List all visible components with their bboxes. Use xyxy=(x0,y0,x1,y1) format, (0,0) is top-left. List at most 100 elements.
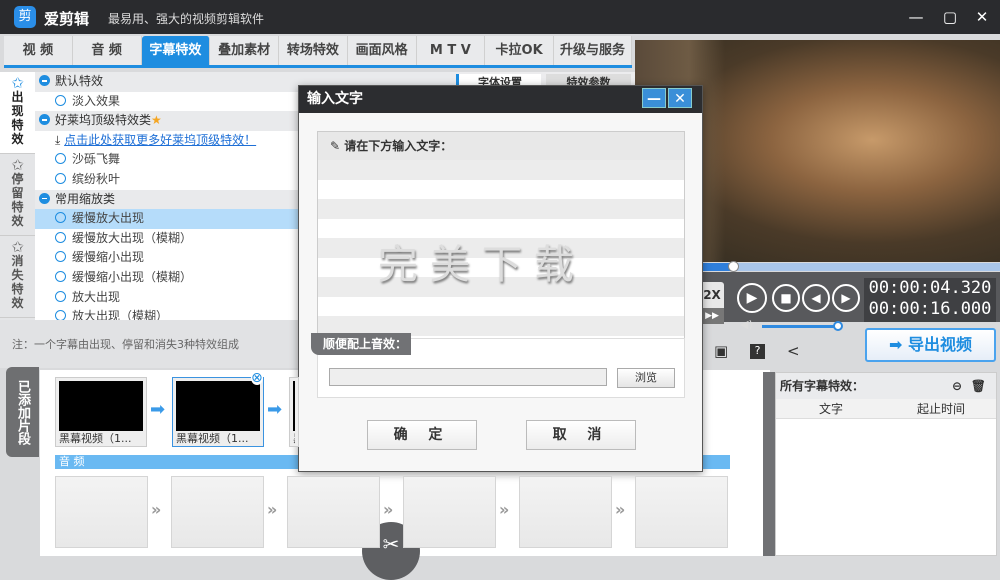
clip-caption: 黑幕视频（1... xyxy=(59,432,132,445)
progress-handle[interactable] xyxy=(728,261,739,272)
effect-label: 沙砾飞舞 xyxy=(72,152,121,167)
collapse-icon[interactable] xyxy=(39,192,50,204)
tab-8[interactable]: 升级与服务 xyxy=(554,36,633,65)
speed-button[interactable]: 2X xyxy=(700,282,724,308)
audio-slot[interactable] xyxy=(635,476,728,548)
chevron-right-icon: » xyxy=(267,500,278,519)
next-frame-icon[interactable]: ▶ xyxy=(832,284,860,312)
close-button[interactable]: ✕ xyxy=(972,7,992,27)
sound-label: 顺便配上音效： ♪ xyxy=(311,333,411,373)
share-icon[interactable]: < xyxy=(787,342,800,360)
effect-label: 缤纷秋叶 xyxy=(72,171,121,186)
tab-0[interactable]: 视 频 xyxy=(4,36,73,65)
clip-preview xyxy=(176,381,260,431)
export-video-button[interactable]: ➡ 导出视频 xyxy=(865,328,996,362)
volume-slider[interactable] xyxy=(762,325,838,328)
panel-divider[interactable] xyxy=(763,372,775,556)
chevron-right-icon: » xyxy=(499,500,510,519)
arrow-right-icon: ➡ xyxy=(150,399,166,420)
minimize-button[interactable]: — xyxy=(906,7,926,27)
tab-1[interactable]: 音 频 xyxy=(73,36,142,65)
effect-label: 常用缩放类 xyxy=(55,191,116,206)
panel-title: 所有字幕特效： xyxy=(780,379,865,393)
effect-label: 好莱坞顶级特效类 xyxy=(55,113,152,128)
radio-icon[interactable] xyxy=(55,290,66,302)
help-icon[interactable]: ? xyxy=(750,344,765,359)
audio-slot[interactable] xyxy=(519,476,612,548)
star-icon: ✩ xyxy=(11,74,24,92)
save-icon[interactable]: ▣ xyxy=(714,342,728,360)
volume-handle[interactable] xyxy=(833,321,843,331)
collapse-icon[interactable] xyxy=(39,114,50,126)
table-header: 文字 起止时间 xyxy=(776,399,996,419)
stripe-line xyxy=(318,180,684,200)
maximize-button[interactable]: ▢ xyxy=(940,7,960,27)
audio-slot[interactable] xyxy=(287,476,380,548)
export-label: 导出视频 xyxy=(907,335,972,354)
app-title: 爱剪辑 xyxy=(44,10,90,28)
radio-icon[interactable] xyxy=(55,94,66,106)
cancel-button[interactable]: 取 消 xyxy=(526,420,636,450)
clip-thumbnail[interactable]: 黑幕视频（1... xyxy=(289,377,299,447)
radio-icon[interactable] xyxy=(55,270,66,282)
stripe-line xyxy=(318,160,684,180)
star-icon: ✩ xyxy=(11,238,24,256)
added-clips-tab[interactable]: 已添加片段 xyxy=(6,367,39,457)
volume-icon[interactable]: ◀) xyxy=(740,318,753,331)
effect-label: 缓慢放大出现（模糊） xyxy=(72,230,193,245)
fast-forward-icon[interactable]: ▶▶ xyxy=(700,308,724,324)
title-bar: 剪 爱剪辑 最易用、强大的视频剪辑软件 — ▢ ✕ xyxy=(0,0,1000,34)
dialog-minimize-button[interactable]: — xyxy=(642,88,666,108)
collapse-icon[interactable] xyxy=(39,75,50,86)
chevron-right-icon: » xyxy=(151,500,162,519)
effect-label: 点击此处获取更多好莱坞顶级特效！ xyxy=(64,132,257,147)
remove-clip-icon[interactable]: ⊗ xyxy=(251,371,263,385)
phase-tab-label: 停留特效 xyxy=(11,172,24,228)
stop-icon[interactable]: ■ xyxy=(772,284,800,312)
play-icon[interactable]: ▶ xyxy=(737,283,767,313)
tab-6[interactable]: M T V xyxy=(417,36,486,65)
tab-2[interactable]: 字幕特效 xyxy=(141,36,211,65)
radio-icon[interactable] xyxy=(55,310,66,320)
current-time: 00:00:04.320 xyxy=(868,278,992,298)
prev-frame-icon[interactable]: ◀ xyxy=(802,284,830,312)
effect-label: 缓慢缩小出现 xyxy=(72,250,145,265)
phase-tab-1[interactable]: ✩ 停留特效 xyxy=(0,154,35,236)
stripe-line xyxy=(318,297,684,317)
app-subtitle: 最易用、强大的视频剪辑软件 xyxy=(108,12,265,26)
tab-3[interactable]: 叠加素材 xyxy=(210,36,279,65)
clip-caption: 黑幕视频（1... xyxy=(176,432,249,445)
clip-thumbnail[interactable]: 黑幕视频（1... xyxy=(172,377,264,447)
audio-slot[interactable] xyxy=(403,476,496,548)
dialog-title: 输入文字 xyxy=(307,91,363,107)
radio-icon[interactable] xyxy=(55,251,66,263)
audio-slot[interactable] xyxy=(171,476,264,548)
input-text-dialog: 输入文字 — ✕ ✎ 请在下方输入文字： 完美下载 顺便配上音效： ♪ 浏览 确 … xyxy=(298,85,703,472)
clip-preview xyxy=(293,381,295,431)
edit-icon: ✎ xyxy=(330,139,345,153)
browse-button[interactable]: 浏览 xyxy=(617,368,675,388)
tab-7[interactable]: 卡拉OK xyxy=(485,36,554,65)
subtitle-effects-panel: 所有字幕特效： ⊖ 🗑 文字 起止时间 xyxy=(775,372,997,556)
audio-slot[interactable] xyxy=(55,476,148,548)
tab-5[interactable]: 画面风格 xyxy=(348,36,417,65)
playback-progress[interactable] xyxy=(700,263,1000,271)
phase-tab-0[interactable]: ✩ 出现特效 xyxy=(0,72,35,154)
column-time: 起止时间 xyxy=(916,402,965,416)
phase-tab-label: 消失特效 xyxy=(11,254,24,310)
phase-tab-2[interactable]: ✩ 消失特效 xyxy=(0,236,35,318)
star-icon: ★ xyxy=(151,113,162,128)
radio-icon[interactable] xyxy=(55,172,66,184)
radio-icon[interactable] xyxy=(55,212,66,224)
panel-header: 所有字幕特效： ⊖ 🗑 xyxy=(776,373,996,399)
tab-4[interactable]: 转场特效 xyxy=(279,36,348,65)
clip-thumbnail[interactable]: 黑幕视频（1... xyxy=(55,377,147,447)
ok-button[interactable]: 确 定 xyxy=(367,420,477,450)
text-input-area[interactable]: ✎ 请在下方输入文字： 完美下载 xyxy=(317,131,685,348)
dialog-close-button[interactable]: ✕ xyxy=(668,88,692,108)
sound-file-input[interactable] xyxy=(329,368,607,386)
radio-icon[interactable] xyxy=(55,231,66,243)
back-icon[interactable]: ⊖ xyxy=(952,373,962,399)
radio-icon[interactable] xyxy=(55,153,66,165)
trash-icon[interactable]: 🗑 xyxy=(971,373,986,399)
